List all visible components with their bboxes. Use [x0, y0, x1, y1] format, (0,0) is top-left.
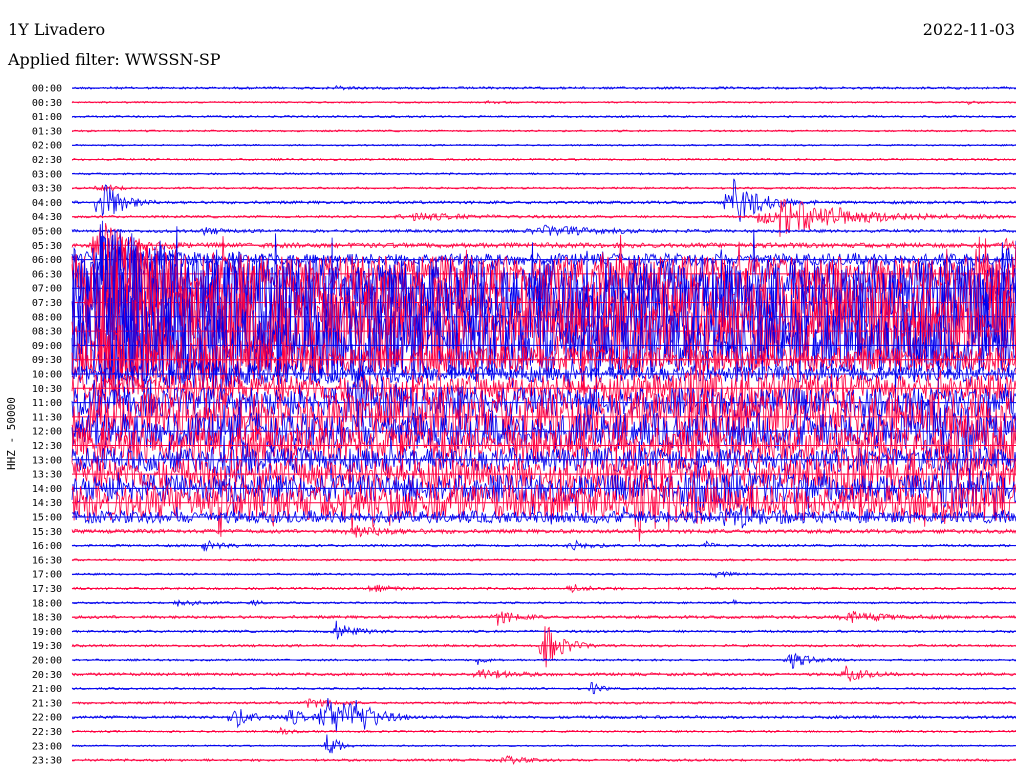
tick-label-0400: 04:00	[32, 198, 62, 209]
tick-label-0500: 05:00	[32, 227, 62, 238]
trace-2030	[71, 665, 1016, 682]
tick-label-1330: 13:30	[32, 470, 62, 481]
tick-label-2030: 20:30	[32, 670, 62, 681]
tick-label-0530: 05:30	[32, 241, 62, 252]
tick-label-2200: 22:00	[32, 713, 62, 724]
tick-label-2130: 21:30	[32, 698, 62, 709]
helicorder-traces	[71, 84, 1016, 765]
trace-1900	[71, 620, 1016, 641]
tick-label-0130: 01:30	[32, 126, 62, 137]
tick-label-0030: 00:30	[32, 98, 62, 109]
trace-2100	[71, 682, 1016, 695]
tick-label-0330: 03:30	[32, 184, 62, 195]
tick-label-1430: 14:30	[32, 498, 62, 509]
tick-label-1400: 14:00	[32, 484, 62, 495]
tick-label-1930: 19:30	[32, 641, 62, 652]
tick-label-1530: 15:30	[32, 527, 62, 538]
trace-2230	[71, 726, 1016, 736]
tick-label-1900: 19:00	[32, 627, 62, 638]
tick-label-0830: 08:30	[32, 327, 62, 338]
tick-label-1800: 18:00	[32, 598, 62, 609]
tick-label-1200: 12:00	[32, 427, 62, 438]
tick-label-2000: 20:00	[32, 656, 62, 667]
tick-label-0700: 07:00	[32, 284, 62, 295]
tick-label-0230: 02:30	[32, 155, 62, 166]
tick-label-2230: 22:30	[32, 727, 62, 738]
trace-1830	[71, 610, 1016, 626]
tick-label-2300: 23:00	[32, 741, 62, 752]
tick-label-1830: 18:30	[32, 613, 62, 624]
time-tick-labels: 00:00 00:30 01:00 01:30 02:00 02:30 03:00 03:30…	[32, 84, 62, 767]
tick-label-1500: 15:00	[32, 513, 62, 524]
tick-label-1730: 17:30	[32, 584, 62, 595]
tick-label-1000: 10:00	[32, 370, 62, 381]
tick-label-0630: 06:30	[32, 269, 62, 280]
tick-label-1700: 17:00	[32, 570, 62, 581]
trace-2300	[71, 734, 1016, 754]
tick-label-0730: 07:30	[32, 298, 62, 309]
trace-0500	[71, 224, 1016, 237]
tick-label-0300: 03:00	[32, 169, 62, 180]
tick-label-1600: 16:00	[32, 541, 62, 552]
seismogram-plot: 00:00 00:30 01:00 01:30 02:00 02:30 03:00 03:30…	[32, 84, 1016, 767]
tick-label-0900: 09:00	[32, 341, 62, 352]
tick-label-1300: 13:00	[32, 455, 62, 466]
tick-label-1230: 12:30	[32, 441, 62, 452]
tick-label-2330: 23:30	[32, 756, 62, 767]
tick-label-0000: 00:00	[32, 84, 62, 95]
tick-label-0800: 08:00	[32, 312, 62, 323]
trace-2330	[71, 755, 1016, 765]
tick-label-2100: 21:00	[32, 684, 62, 695]
tick-label-1630: 16:30	[32, 555, 62, 566]
tick-label-0600: 06:00	[32, 255, 62, 266]
tick-label-0430: 04:30	[32, 212, 62, 223]
tick-label-0930: 09:30	[32, 355, 62, 366]
tick-label-0200: 02:00	[32, 141, 62, 152]
tick-label-1030: 10:30	[32, 384, 62, 395]
tick-label-1130: 11:30	[32, 412, 62, 423]
tick-label-0100: 01:00	[32, 112, 62, 123]
tick-label-1100: 11:00	[32, 398, 62, 409]
